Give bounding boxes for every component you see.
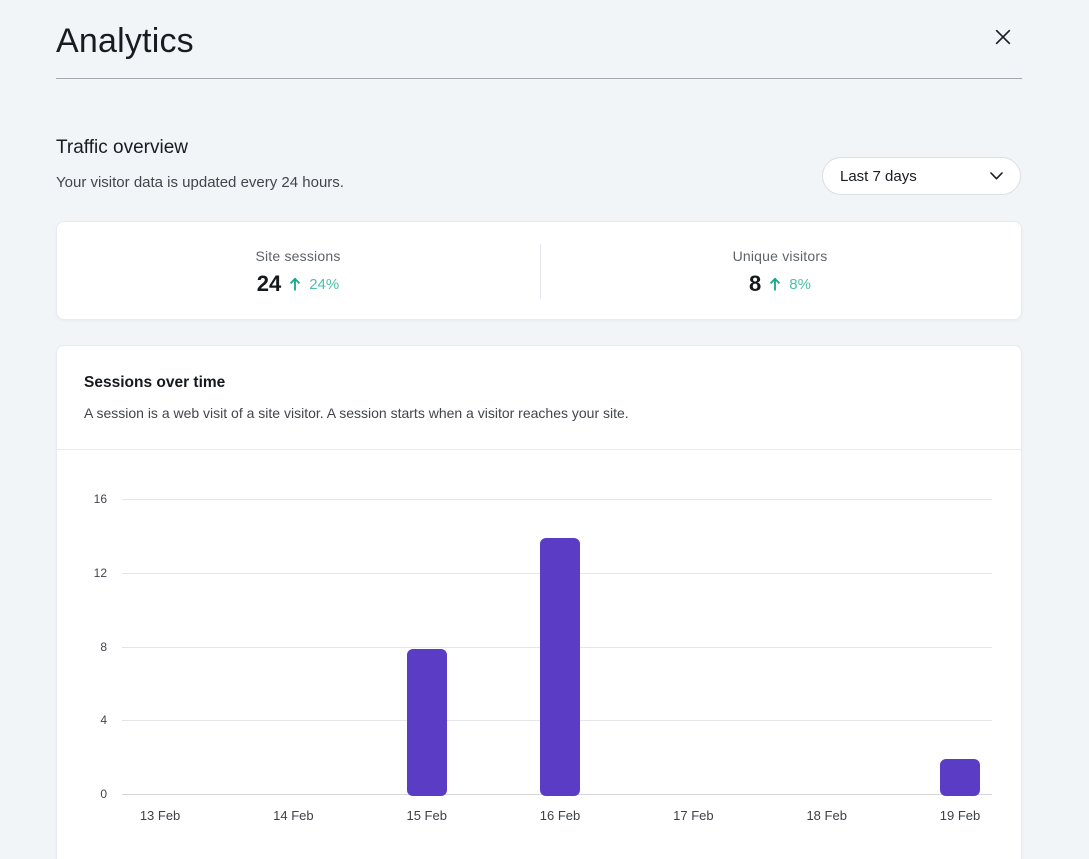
stat-site-sessions: Site sessions 24 24% xyxy=(57,222,539,319)
stat-change: 8% xyxy=(789,276,811,293)
stat-value: 24 xyxy=(257,271,281,297)
bar-19-feb[interactable] xyxy=(940,759,980,796)
date-range-dropdown[interactable]: Last 7 days xyxy=(822,157,1021,195)
y-tick-label: 12 xyxy=(57,565,107,581)
close-button[interactable] xyxy=(987,21,1019,53)
bar-15-feb[interactable] xyxy=(407,649,447,797)
x-tick-label: 19 Feb xyxy=(915,808,1005,823)
x-tick-label: 13 Feb xyxy=(115,808,205,823)
stats-divider xyxy=(540,244,541,299)
header-divider xyxy=(56,78,1022,79)
traffic-overview-subtitle: Your visitor data is updated every 24 ho… xyxy=(56,174,344,191)
arrow-up-icon xyxy=(769,277,781,292)
chart-title: Sessions over time xyxy=(84,374,225,392)
chevron-down-icon xyxy=(990,172,1003,180)
y-tick-label: 8 xyxy=(57,639,107,655)
x-tick-label: 14 Feb xyxy=(248,808,338,823)
chart-description: A session is a web visit of a site visit… xyxy=(84,405,629,421)
stat-value: 8 xyxy=(749,271,761,297)
stat-change: 24% xyxy=(309,276,339,293)
y-tick-label: 16 xyxy=(57,491,107,507)
stat-unique-visitors: Unique visitors 8 8% xyxy=(539,222,1021,319)
y-tick-label: 4 xyxy=(57,712,107,728)
x-tick-label: 18 Feb xyxy=(782,808,872,823)
arrow-up-icon xyxy=(289,277,301,292)
sessions-over-time-card: Sessions over time A session is a web vi… xyxy=(56,345,1022,859)
close-icon xyxy=(994,28,1012,46)
page-title: Analytics xyxy=(56,22,194,61)
chart-plot: 0 4 8 12 16 13 Feb 14 Feb 15 Feb 16 Feb 17 Feb 18 … xyxy=(57,450,1023,859)
x-tick-label: 15 Feb xyxy=(382,808,472,823)
stat-label: Site sessions xyxy=(255,248,340,264)
x-tick-label: 17 Feb xyxy=(648,808,738,823)
date-range-value: Last 7 days xyxy=(840,168,917,185)
traffic-overview-title: Traffic overview xyxy=(56,137,188,159)
gridline-16 xyxy=(122,499,992,500)
y-tick-label: 0 xyxy=(57,786,107,802)
x-tick-label: 16 Feb xyxy=(515,808,605,823)
traffic-stats-card: Site sessions 24 24% Unique visitors 8 xyxy=(56,221,1022,320)
analytics-panel: Analytics Traffic overview Your visitor … xyxy=(0,0,1089,859)
stat-label: Unique visitors xyxy=(733,248,828,264)
bar-16-feb[interactable] xyxy=(540,538,580,796)
